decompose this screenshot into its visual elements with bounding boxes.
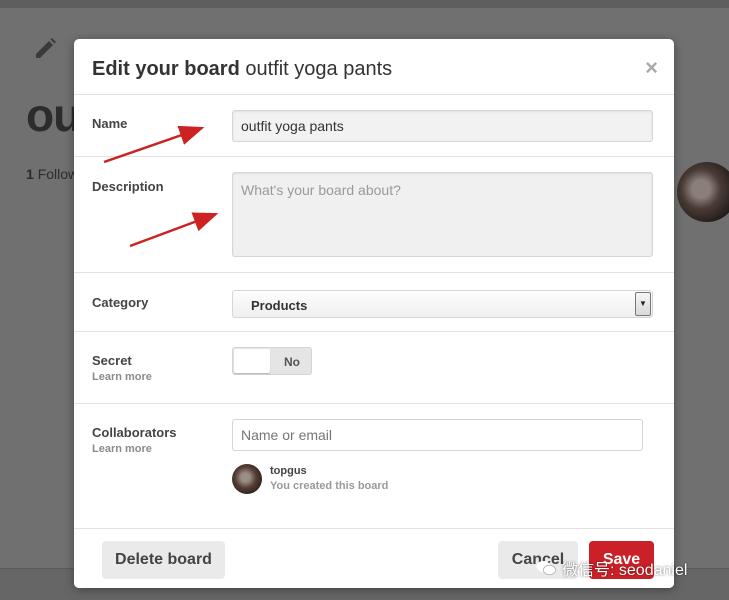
collaborators-learn-more-link[interactable]: Learn more bbox=[92, 443, 152, 455]
secret-learn-more-link[interactable]: Learn more bbox=[92, 371, 152, 383]
background-board-title: ou bbox=[26, 89, 81, 141]
category-row: Category Products ▼ bbox=[74, 273, 674, 332]
category-value: Products bbox=[251, 298, 308, 313]
secret-row: Secret Learn more No bbox=[74, 332, 674, 404]
pencil-icon bbox=[32, 34, 58, 60]
description-label: Description bbox=[92, 179, 164, 194]
secret-label: Secret bbox=[92, 353, 132, 368]
secret-toggle[interactable]: No bbox=[232, 347, 312, 375]
board-name-input[interactable] bbox=[232, 110, 653, 142]
edit-board-dialog: Edit your board outfit yoga pants × Name… bbox=[74, 39, 674, 588]
collaborator-name[interactable]: topgus bbox=[270, 465, 307, 477]
category-select[interactable]: Products ▼ bbox=[232, 290, 653, 318]
background-top-bar bbox=[0, 0, 729, 8]
dialog-title: Edit your board outfit yoga pants bbox=[92, 58, 392, 81]
category-label: Category bbox=[92, 295, 149, 310]
toggle-knob bbox=[234, 349, 270, 373]
delete-board-button[interactable]: Delete board bbox=[102, 541, 225, 579]
watermark-text: 微信号: seodaniel bbox=[562, 562, 688, 579]
collaborators-label: Collaborators bbox=[92, 425, 177, 440]
watermark: 微信号: seodaniel bbox=[536, 558, 688, 579]
collaborator-note: You created this board bbox=[270, 480, 389, 492]
toggle-state: No bbox=[284, 355, 300, 369]
collaborator-search-input[interactable] bbox=[232, 419, 643, 451]
chevron-down-icon[interactable]: ▼ bbox=[635, 292, 651, 316]
description-textarea[interactable] bbox=[232, 172, 653, 257]
name-row: Name bbox=[74, 95, 674, 157]
background-avatar bbox=[677, 162, 729, 222]
dialog-title-prefix: Edit your board bbox=[92, 58, 240, 80]
dialog-header: Edit your board outfit yoga pants × bbox=[74, 39, 674, 95]
background-followers: 1 Follow bbox=[26, 166, 79, 182]
close-icon[interactable]: × bbox=[645, 57, 658, 79]
description-row: Description bbox=[74, 157, 674, 273]
avatar bbox=[232, 464, 262, 494]
wechat-icon bbox=[536, 560, 556, 576]
dialog-title-board: outfit yoga pants bbox=[245, 58, 393, 80]
collaborators-row: Collaborators Learn more topgus You crea… bbox=[74, 404, 674, 529]
name-label: Name bbox=[92, 116, 128, 131]
